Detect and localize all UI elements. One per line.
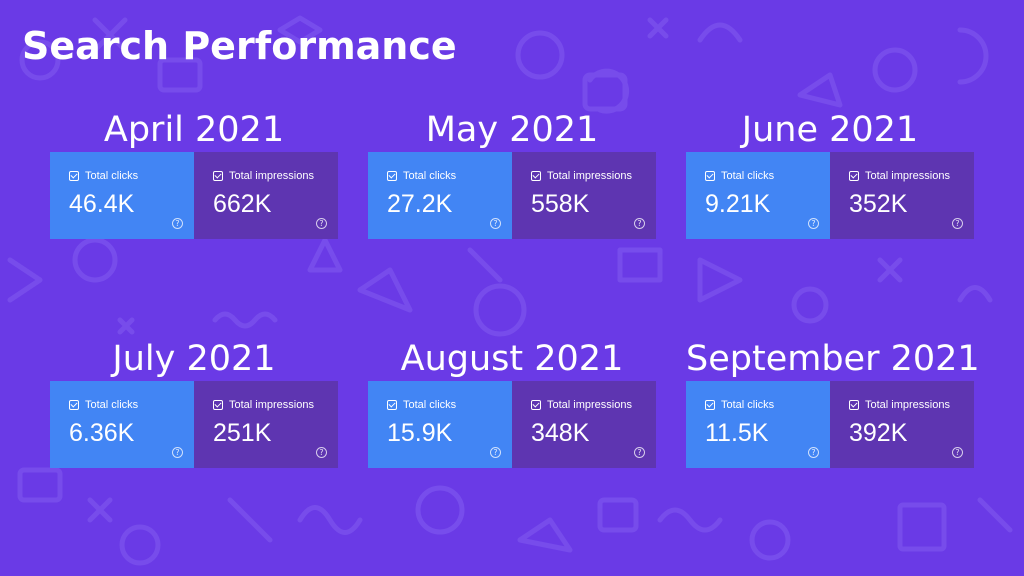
help-icon[interactable]: ?: [316, 447, 327, 458]
month-block-august: August 2021 Total clicks 15.9K ? Total i…: [368, 337, 656, 468]
total-impressions-card[interactable]: Total impressions 348K ?: [512, 381, 656, 468]
card-label: Total clicks: [721, 399, 775, 411]
metric-cards: Total clicks 11.5K ? Total impressions 3…: [686, 381, 974, 468]
card-label: Total impressions: [229, 399, 314, 411]
card-header: Total clicks: [705, 170, 774, 182]
clicks-value: 6.36K: [69, 419, 135, 447]
clicks-value: 15.9K: [387, 419, 453, 447]
card-label: Total clicks: [403, 170, 457, 182]
help-icon[interactable]: ?: [634, 447, 645, 458]
card-label: Total clicks: [721, 170, 775, 182]
checkbox-icon[interactable]: [387, 400, 397, 410]
help-icon[interactable]: ?: [808, 447, 819, 458]
clicks-value: 11.5K: [705, 419, 769, 447]
impressions-value: 348K: [531, 419, 590, 447]
checkbox-icon[interactable]: [849, 400, 859, 410]
impressions-value: 558K: [531, 190, 590, 218]
help-icon[interactable]: ?: [490, 447, 501, 458]
checkbox-icon[interactable]: [705, 400, 715, 410]
help-icon[interactable]: ?: [316, 218, 327, 229]
month-label: July 2021: [112, 339, 276, 379]
card-header: Total impressions: [531, 170, 632, 182]
card-header: Total clicks: [69, 170, 138, 182]
card-label: Total impressions: [865, 399, 950, 411]
metric-cards: Total clicks 6.36K ? Total impressions 2…: [50, 381, 338, 468]
total-impressions-card[interactable]: Total impressions 392K ?: [830, 381, 974, 468]
metric-cards: Total clicks 46.4K ? Total impressions 6…: [50, 152, 338, 239]
checkbox-icon[interactable]: [531, 400, 541, 410]
month-label: September 2021: [686, 339, 980, 379]
total-clicks-card[interactable]: Total clicks 6.36K ?: [50, 381, 194, 468]
help-icon[interactable]: ?: [952, 218, 963, 229]
month-block-april: April 2021 Total clicks 46.4K ? Total im…: [50, 108, 338, 239]
help-icon[interactable]: ?: [172, 218, 183, 229]
checkbox-icon[interactable]: [849, 171, 859, 181]
card-label: Total clicks: [85, 399, 139, 411]
checkbox-icon[interactable]: [69, 171, 79, 181]
month-block-september: September 2021 Total clicks 11.5K ? Tota…: [686, 337, 980, 468]
total-clicks-card[interactable]: Total clicks 27.2K ?: [368, 152, 512, 239]
help-icon[interactable]: ?: [172, 447, 183, 458]
checkbox-icon[interactable]: [531, 171, 541, 181]
total-clicks-card[interactable]: Total clicks 46.4K ?: [50, 152, 194, 239]
card-header: Total impressions: [849, 399, 950, 411]
help-icon[interactable]: ?: [808, 218, 819, 229]
checkbox-icon[interactable]: [705, 171, 715, 181]
impressions-value: 251K: [213, 419, 272, 447]
total-impressions-card[interactable]: Total impressions 352K ?: [830, 152, 974, 239]
impressions-value: 392K: [849, 419, 908, 447]
month-block-july: July 2021 Total clicks 6.36K ? Total imp…: [50, 337, 338, 468]
total-impressions-card[interactable]: Total impressions 251K ?: [194, 381, 338, 468]
total-impressions-card[interactable]: Total impressions 558K ?: [512, 152, 656, 239]
total-clicks-card[interactable]: Total clicks 15.9K ?: [368, 381, 512, 468]
help-icon[interactable]: ?: [952, 447, 963, 458]
checkbox-icon[interactable]: [213, 400, 223, 410]
help-icon[interactable]: ?: [490, 218, 501, 229]
clicks-value: 9.21K: [705, 190, 771, 218]
card-label: Total impressions: [229, 170, 314, 182]
card-label: Total clicks: [85, 170, 139, 182]
clicks-value: 46.4K: [69, 190, 135, 218]
card-header: Total clicks: [387, 399, 456, 411]
page-title: Search Performance: [22, 24, 457, 68]
metric-cards: Total clicks 9.21K ? Total impressions 3…: [686, 152, 974, 239]
card-label: Total impressions: [865, 170, 950, 182]
checkbox-icon[interactable]: [69, 400, 79, 410]
metric-cards: Total clicks 27.2K ? Total impressions 5…: [368, 152, 656, 239]
card-header: Total impressions: [213, 399, 314, 411]
month-block-june: June 2021 Total clicks 9.21K ? Total imp…: [686, 108, 974, 239]
total-clicks-card[interactable]: Total clicks 11.5K ?: [686, 381, 830, 468]
metric-cards: Total clicks 15.9K ? Total impressions 3…: [368, 381, 656, 468]
card-header: Total impressions: [849, 170, 950, 182]
card-label: Total impressions: [547, 399, 632, 411]
checkbox-icon[interactable]: [387, 171, 397, 181]
month-block-may: May 2021 Total clicks 27.2K ? Total impr…: [368, 108, 656, 239]
total-clicks-card[interactable]: Total clicks 9.21K ?: [686, 152, 830, 239]
help-icon[interactable]: ?: [634, 218, 645, 229]
total-impressions-card[interactable]: Total impressions 662K ?: [194, 152, 338, 239]
impressions-value: 352K: [849, 190, 908, 218]
card-header: Total impressions: [531, 399, 632, 411]
month-label: May 2021: [425, 110, 599, 150]
month-label: June 2021: [741, 110, 919, 150]
card-label: Total impressions: [547, 170, 632, 182]
card-header: Total clicks: [69, 399, 138, 411]
clicks-value: 27.2K: [387, 190, 453, 218]
checkbox-icon[interactable]: [213, 171, 223, 181]
background-pattern: [7, 15, 1013, 566]
month-label: April 2021: [103, 110, 285, 150]
card-header: Total clicks: [705, 399, 774, 411]
card-header: Total clicks: [387, 170, 456, 182]
impressions-value: 662K: [213, 190, 272, 218]
card-label: Total clicks: [403, 399, 457, 411]
month-label: August 2021: [400, 339, 624, 379]
card-header: Total impressions: [213, 170, 314, 182]
